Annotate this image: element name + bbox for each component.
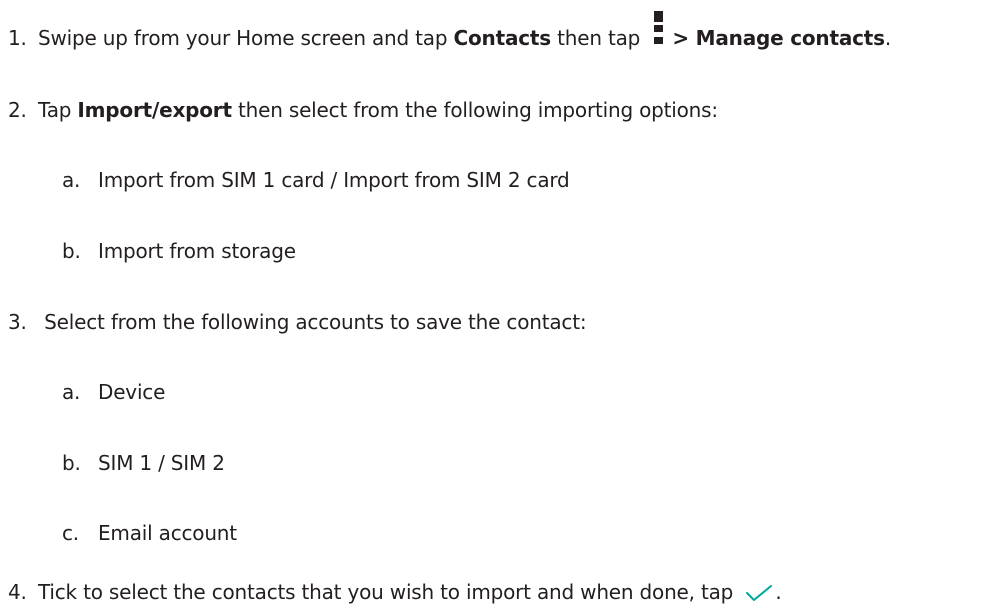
option-item: c. Email account [62,520,237,546]
option-letter: b. [62,451,81,475]
option-letter: c. [62,521,79,545]
option-text: SIM 1 / SIM 2 [98,451,225,475]
option-letter: a. [62,168,81,192]
step-text: . [775,580,782,604]
step-2: 2. Tap Import/export then select from the… [8,97,718,123]
step-number: 4. [8,580,27,604]
option-text: Import from SIM 1 card / Import from SIM… [98,168,570,192]
step-text: Swipe up from your Home screen and tap [38,26,454,50]
step-3: 3. Select from the following accounts to… [8,309,587,335]
more-vert-icon [654,11,666,51]
step-1: 1. Swipe up from your Home screen and tap… [8,11,892,51]
option-letter: a. [62,380,81,404]
step-text: Tick to select the contacts that you wis… [38,580,740,604]
step-text: then tap [550,26,647,50]
step-text: . [884,26,892,50]
step-number: 2. [8,98,27,122]
contacts-label: Contacts [453,26,552,50]
step-number: 1. [8,26,27,50]
option-text: Import from storage [98,239,296,263]
step-text: Tap [38,98,78,122]
option-item: a. Import from SIM 1 card / Import from S… [62,167,570,193]
check-icon [746,585,773,601]
option-text: Email account [98,521,237,545]
option-item: b. SIM 1 / SIM 2 [62,450,225,476]
step-text: Select from the following accounts to sa… [38,310,587,334]
option-letter: b. [62,239,81,263]
instructions-page: 1. Swipe up from your Home screen and tap… [0,0,1008,609]
step-number: 3. [8,310,27,334]
import-export-label: Import/export [77,98,232,122]
option-text: Device [98,380,166,404]
option-item: a. Device [62,379,165,405]
step-4: 4. Tick to select the contacts that you w… [8,579,782,605]
manage-contacts-label: > Manage contacts [672,26,885,50]
option-item: b. Import from storage [62,238,296,264]
step-text: then select from the following importing… [231,98,718,122]
